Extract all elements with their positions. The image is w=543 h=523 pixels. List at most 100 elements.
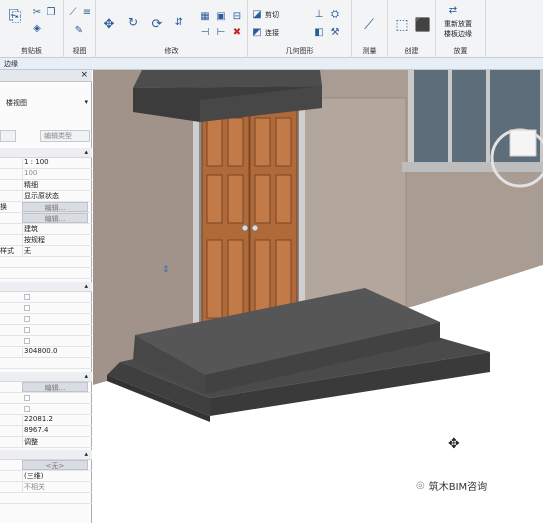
- split-icon[interactable]: ⊣: [198, 26, 212, 38]
- clipboard-group: ⎘ ✂ ❐ ◈ 剪贴板: [0, 0, 64, 58]
- door-panel: [227, 239, 244, 319]
- collapse-icon: ▴: [84, 450, 88, 458]
- measure-icon[interactable]: ⟋: [358, 16, 380, 34]
- move-cursor-icon: ✥: [448, 436, 460, 452]
- trim-icon[interactable]: ⊢: [214, 26, 228, 38]
- property-row: 不相关: [0, 482, 92, 493]
- property-row: 显示原状态: [0, 191, 92, 202]
- wall-join-icon[interactable]: ⊥: [312, 8, 326, 20]
- view-label: 视图: [72, 47, 87, 55]
- edit-button[interactable]: <无>: [22, 460, 88, 470]
- rotate-icon[interactable]: ↻: [126, 15, 140, 29]
- properties-section-underlay[interactable]: ▴: [0, 282, 92, 292]
- copy-icon[interactable]: ❐: [44, 6, 58, 18]
- align-icon[interactable]: ⇵: [172, 16, 186, 28]
- edit-button[interactable]: 编辑...: [22, 213, 88, 223]
- collapse-icon: ▴: [84, 282, 88, 290]
- rotate-2-icon[interactable]: ⟳: [150, 17, 164, 32]
- property-value[interactable]: 100: [22, 169, 88, 180]
- paint-icon[interactable]: ✎: [72, 24, 86, 36]
- demolish-icon[interactable]: ⚒: [328, 26, 342, 38]
- create-label: 创建: [404, 47, 419, 55]
- property-row: (三维): [0, 471, 92, 482]
- property-row: 8967.4: [0, 426, 92, 437]
- door-panel: [254, 117, 271, 167]
- door-handle: [241, 224, 249, 232]
- property-value[interactable]: 8967.4: [22, 426, 88, 437]
- create-part-icon[interactable]: ⬚: [392, 16, 412, 34]
- scale-icon[interactable]: ▣: [214, 10, 228, 22]
- close-icon[interactable]: ×: [80, 70, 88, 80]
- edit-type-button[interactable]: 编辑类型: [40, 130, 90, 142]
- checkbox[interactable]: [24, 294, 30, 300]
- join-geometry-icon[interactable]: ◩: [250, 26, 264, 38]
- paint-material-icon[interactable]: ⛭: [328, 8, 342, 20]
- 3d-model-view[interactable]: ✥ ⇕: [93, 70, 543, 523]
- property-row: 精细: [0, 180, 92, 191]
- checkbox[interactable]: [24, 316, 30, 322]
- door-handle: [251, 224, 259, 232]
- 3d-viewport[interactable]: ✥ ⇕ ◎ 筑木BIM咨询: [93, 70, 543, 523]
- door-panel: [206, 117, 223, 167]
- type-selector-label: 楼视图: [6, 99, 27, 107]
- property-row: [0, 314, 92, 325]
- property-row: 换 编辑...: [0, 202, 92, 213]
- edit-line-icon[interactable]: ≡: [80, 6, 94, 18]
- filter-stub[interactable]: [0, 130, 16, 142]
- split-face-icon[interactable]: ◧: [312, 26, 326, 38]
- pin-icon[interactable]: ⊟: [230, 10, 244, 22]
- property-value[interactable]: 22081.2: [22, 415, 88, 426]
- create-group-icon[interactable]: ⬛: [414, 16, 432, 34]
- edit-button[interactable]: 编辑...: [22, 382, 88, 392]
- line-icon[interactable]: ⟋: [66, 6, 80, 18]
- paste-icon[interactable]: ⎘: [4, 4, 26, 28]
- property-value[interactable]: 显示原状态: [22, 191, 88, 202]
- collapse-icon: ▴: [84, 372, 88, 380]
- cut-icon[interactable]: ✂: [30, 6, 44, 18]
- match-icon[interactable]: ◈: [30, 22, 44, 34]
- property-value[interactable]: 无: [22, 246, 88, 257]
- property-value[interactable]: (三维): [22, 471, 88, 482]
- edit-button[interactable]: 编辑...: [22, 202, 88, 212]
- slab-edge-label[interactable]: 楼板边缘: [444, 29, 472, 39]
- door-panel: [227, 174, 244, 224]
- properties-section-identity[interactable]: ▴: [0, 450, 92, 460]
- array-icon[interactable]: ▦: [198, 10, 212, 22]
- property-value[interactable]: 1 : 100: [22, 158, 88, 169]
- clipboard-label: 剪贴板: [21, 47, 42, 55]
- property-value[interactable]: 不相关: [22, 482, 88, 493]
- canopy-top: [133, 70, 322, 88]
- reposition-label[interactable]: 重新放置: [444, 19, 472, 29]
- door-panel: [227, 117, 244, 167]
- type-selector[interactable]: 楼视图 ▾: [0, 98, 92, 110]
- property-value[interactable]: 建筑: [22, 224, 88, 235]
- property-value[interactable]: 304800.0: [22, 347, 88, 358]
- property-row: 建筑: [0, 224, 92, 235]
- properties-header: ×: [0, 70, 92, 82]
- properties-section-graphics[interactable]: ▴: [0, 148, 92, 158]
- view-cube: [509, 129, 537, 157]
- property-value[interactable]: 调整: [22, 437, 88, 448]
- property-value[interactable]: 精细: [22, 180, 88, 191]
- property-row: [0, 292, 92, 303]
- checkbox[interactable]: [24, 327, 30, 333]
- checkbox[interactable]: [24, 406, 30, 412]
- watermark: ◎ 筑木BIM咨询: [416, 478, 487, 493]
- property-value[interactable]: 按规程: [22, 235, 88, 246]
- reposition-icon[interactable]: ⇄: [446, 4, 460, 16]
- join-geometry-label[interactable]: 连接: [265, 28, 279, 38]
- checkbox[interactable]: [24, 305, 30, 311]
- geometry-label: 几何图形: [285, 47, 314, 55]
- delete-icon[interactable]: ✖: [230, 26, 244, 38]
- move-icon[interactable]: ✥: [102, 17, 116, 32]
- checkbox[interactable]: [24, 395, 30, 401]
- cut-geometry-label[interactable]: 剪切: [265, 10, 279, 20]
- checkbox[interactable]: [24, 338, 30, 344]
- geometry-group: ◪ 剪切 ◩ 连接 ⊥ ⛭ ◧ ⚒ 几何图形: [248, 0, 352, 58]
- properties-section-extents[interactable]: ▴: [0, 372, 92, 382]
- cut-geometry-icon[interactable]: ◪: [250, 8, 264, 20]
- properties-panel: × 楼视图 ▾ 编辑类型 ▴ 1 : 100 100 精细 显示原状态 换编辑.…: [0, 70, 92, 523]
- pin-marker-icon: ⇕: [162, 265, 170, 275]
- context-label: 边缘: [4, 60, 18, 68]
- door-panel: [275, 174, 292, 224]
